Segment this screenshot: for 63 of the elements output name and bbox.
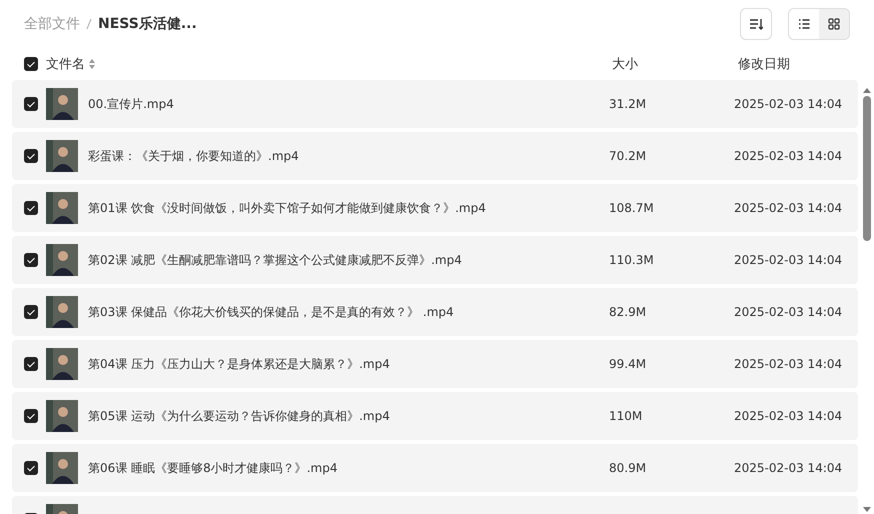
grid-icon: [828, 18, 840, 30]
checkbox[interactable]: [24, 357, 38, 371]
checkbox[interactable]: [24, 149, 38, 163]
file-name: 第04课 压力《压力山大？是身体累还是大脑累？》.mp4: [88, 356, 391, 372]
file-row[interactable]: 第02课 减肥《生酮减肥靠谱吗？掌握这个公式健康减肥不反弹》.mp4 110.3M 2025-02-03 14:04: [12, 236, 858, 284]
sort-icon: [749, 17, 763, 31]
file-row[interactable]: 第03课 保健品《你花大价钱买的保健品，是不是真的有效？》 .mp4 82.9M 2025-02-03 14:04: [12, 288, 858, 336]
modified-date: 2025-02-03 14:04: [734, 357, 842, 371]
file-size: 99.4M: [609, 357, 648, 371]
video-thumbnail: [46, 192, 78, 224]
file-name: 第05课 运动《为什么要运动？告诉你健身的真相》.mp4: [88, 408, 391, 424]
file-size: 31.2M: [609, 97, 648, 111]
column-header[interactable]: 大小: [612, 55, 738, 73]
list-view-button[interactable]: [789, 9, 819, 39]
modified-date: 2025-02-03 14:04: [734, 97, 842, 111]
checkbox[interactable]: [24, 253, 38, 267]
file-row[interactable]: 第04课 压力《压力山大？是身体累还是大脑累？》.mp4 99.4M 2025-02-03 14:04: [12, 340, 858, 388]
modified-date: 2025-02-03 14:04: [734, 305, 842, 319]
file-size: 82.9M: [609, 305, 648, 319]
checkbox[interactable]: [24, 201, 38, 215]
checkbox[interactable]: [24, 97, 38, 111]
sort-arrows-icon[interactable]: [89, 59, 95, 69]
sort-button[interactable]: [740, 8, 772, 40]
column-header[interactable]: 修改日期: [738, 55, 790, 73]
checkbox[interactable]: [24, 305, 38, 319]
checkbox[interactable]: [24, 57, 38, 71]
video-thumbnail: [46, 452, 78, 484]
video-thumbnail: [46, 88, 78, 120]
file-name: 第03课 保健品《你花大价钱买的保健品，是不是真的有效？》 .mp4: [88, 304, 455, 320]
file-row[interactable]: 彩蛋课：《关于烟，你要知道的》.mp4 70.2M 2025-02-03 14:04: [12, 132, 858, 180]
file-name: 第06课 睡眠《要睡够8小时才健康吗？》.mp4: [88, 460, 338, 476]
file-name: 第01课 饮食《没时间做饭，叫外卖下馆子如何才能做到健康饮食？》.mp4: [88, 200, 487, 216]
file-size: 110.3M: [609, 253, 655, 267]
video-thumbnail: [46, 296, 78, 328]
file-size: 80.9M: [609, 461, 648, 475]
scroll-up-icon[interactable]: [862, 86, 872, 94]
video-thumbnail: [46, 348, 78, 380]
checkbox[interactable]: [24, 409, 38, 423]
modified-date: 2025-02-03 14:04: [734, 149, 842, 163]
modified-date: 2025-02-03 14:04: [734, 409, 842, 423]
list-icon: [798, 18, 810, 30]
file-row[interactable]: 第01课 饮食《没时间做饭，叫外卖下馆子如何才能做到健康饮食？》.mp4 108.7M 2025-02-03 14:04: [12, 184, 858, 232]
file-name: 彩蛋课：《关于烟，你要知道的》.mp4: [88, 148, 300, 164]
column-header[interactable]: 文件名: [46, 55, 85, 73]
file-size: 108.7M: [609, 201, 655, 215]
modified-date: 2025-02-03 14:04: [734, 253, 842, 267]
modified-date: 2025-02-03 14:04: [734, 201, 842, 215]
file-row[interactable]: 00.宣传片.mp4 31.2M 2025-02-03 14:04: [12, 80, 858, 128]
modified-date: 2025-02-03 14:04: [734, 461, 842, 475]
scroll-down-icon[interactable]: [862, 506, 872, 514]
checkbox[interactable]: [24, 461, 38, 475]
file-row[interactable]: 第05课 运动《为什么要运动？告诉你健身的真相》.mp4 110M 2025-02-03 14:04: [12, 392, 858, 440]
video-thumbnail: [46, 400, 78, 432]
video-thumbnail: [46, 244, 78, 276]
file-size: 110M: [609, 409, 644, 423]
video-thumbnail: [46, 140, 78, 172]
file-size: 70.2M: [609, 149, 648, 163]
file-name: 第02课 减肥《生酮减肥靠谱吗？掌握这个公式健康减肥不反弹》.mp4: [88, 252, 463, 268]
file-name: 00.宣传片.mp4: [88, 96, 175, 112]
scrollbar-thumb[interactable]: [863, 96, 871, 241]
separator-icon: [86, 18, 92, 30]
breadcrumb-link[interactable]: NESS乐活健...: [98, 15, 197, 33]
file-row[interactable]: 第06课 睡眠《要睡够8小时才健康吗？》.mp4 80.9M 2025-02-03 14:04: [12, 444, 858, 492]
